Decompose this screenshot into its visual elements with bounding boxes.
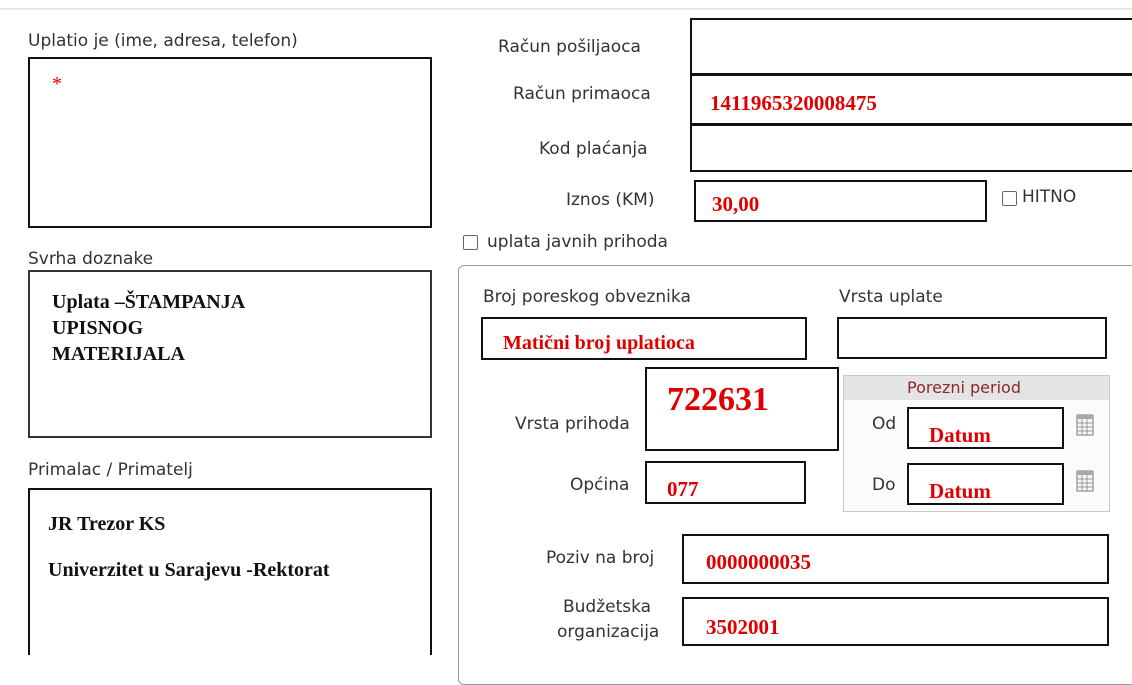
payer-field[interactable]: *	[28, 57, 432, 228]
public-revenue-label: uplata javnih prihoda	[487, 232, 668, 252]
sender-account-field[interactable]	[690, 18, 1132, 75]
tax-payer-number-field[interactable]: Matični broj uplatioca	[481, 317, 807, 360]
revenue-type-value: 722631	[667, 381, 769, 418]
purpose-line-2: UPISNOG	[52, 317, 144, 339]
budget-org-label-line-1: Budžetska	[563, 597, 652, 617]
budget-org-field[interactable]: 3502001	[682, 597, 1109, 646]
top-rule	[0, 8, 1132, 10]
budget-org-value: 3502001	[706, 615, 780, 639]
amount-value: 30,00	[712, 192, 760, 216]
purpose-field[interactable]: Uplata –ŠTAMPANJA UPISNOG MATERIJALA	[28, 270, 432, 438]
recipient-account-field[interactable]: 1411965320008475	[690, 74, 1132, 125]
period-to-label: Do	[872, 475, 896, 495]
revenue-type-field[interactable]: 722631	[645, 367, 839, 451]
tax-period-title: Porezni period	[907, 378, 1021, 397]
urgent-checkbox[interactable]	[1002, 191, 1017, 206]
amount-label: Iznos (KM)	[566, 190, 655, 210]
reference-number-value: 0000000035	[706, 550, 811, 574]
calendar-from-icon[interactable]	[1076, 413, 1094, 437]
revenue-type-label: Vrsta prihoda	[515, 414, 630, 434]
required-marker: *	[52, 73, 62, 95]
recipient-line-2: Univerzitet u Sarajevu -Rektorat	[48, 559, 330, 581]
municipality-value: 077	[667, 477, 699, 501]
public-revenue-checkbox[interactable]	[463, 235, 478, 250]
recipient-field[interactable]: JR Trezor KS Univerzitet u Sarajevu -Rek…	[28, 488, 432, 655]
recipient-account-value: 1411965320008475	[710, 91, 877, 115]
sender-account-label: Račun pošiljaoca	[498, 37, 641, 57]
reference-number-field[interactable]: 0000000035	[682, 534, 1109, 584]
amount-field[interactable]: 30,00	[694, 180, 987, 222]
recipient-account-label: Račun primaoca	[513, 84, 651, 104]
municipality-label: Općina	[570, 475, 630, 495]
budget-org-label-line-2: organizacija	[557, 622, 660, 642]
purpose-line-1: Uplata –ŠTAMPANJA	[52, 291, 246, 313]
payment-type-field[interactable]	[837, 317, 1107, 359]
period-from-field[interactable]: Datum	[907, 407, 1064, 449]
tax-payer-number-value: Matični broj uplatioca	[503, 332, 695, 354]
purpose-line-3: MATERIJALA	[52, 343, 185, 365]
recipient-line-1: JR Trezor KS	[48, 513, 166, 535]
purpose-label: Svrha doznake	[28, 249, 154, 269]
recipient-label: Primalac / Primatelj	[28, 460, 193, 480]
period-to-value: Datum	[929, 479, 991, 503]
payer-label: Uplatio je (ime, adresa, telefon)	[28, 31, 298, 51]
reference-number-label: Poziv na broj	[546, 548, 655, 568]
period-from-value: Datum	[929, 423, 991, 447]
period-to-field[interactable]: Datum	[907, 463, 1064, 505]
urgent-label: HITNO	[1022, 187, 1077, 207]
tax-payer-number-label: Broj poreskog obveznika	[483, 287, 691, 307]
period-from-label: Od	[872, 414, 897, 434]
municipality-field[interactable]: 077	[645, 461, 806, 504]
calendar-to-icon[interactable]	[1076, 469, 1094, 493]
payment-type-label: Vrsta uplate	[839, 287, 943, 307]
payment-code-label: Kod plaćanja	[539, 139, 648, 159]
payment-code-field[interactable]	[690, 124, 1132, 172]
